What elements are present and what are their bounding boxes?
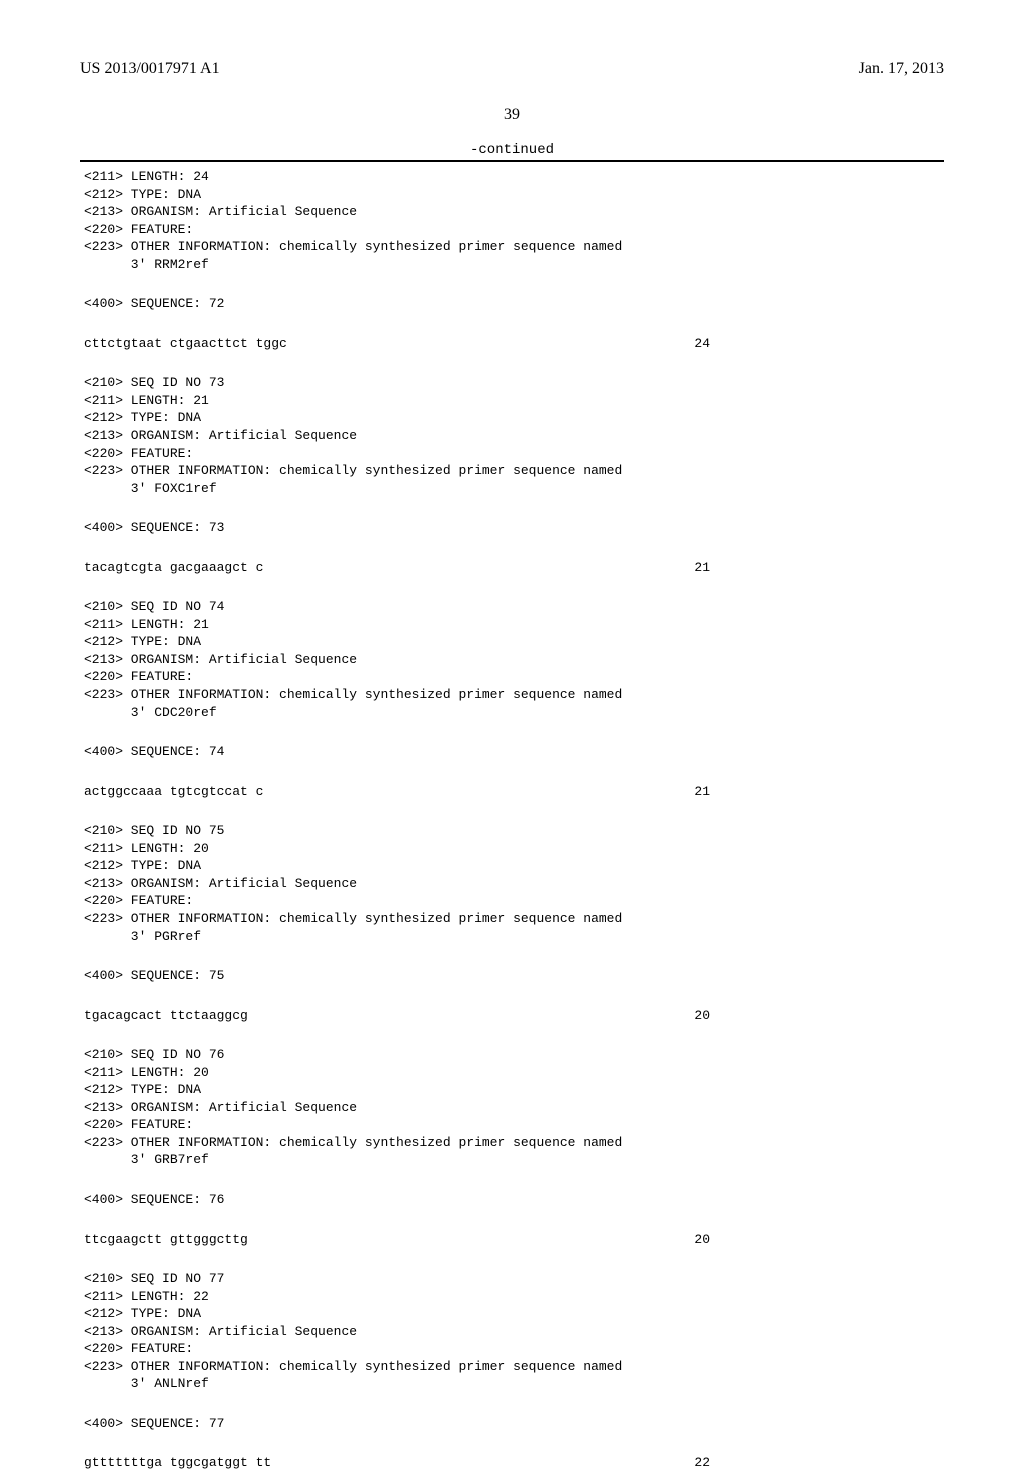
sequence-text: tgacagcact ttctaaggcg bbox=[84, 1007, 248, 1025]
page-number: 39 bbox=[80, 106, 944, 124]
sequence-length: 20 bbox=[694, 1007, 710, 1025]
sequence-label: <400> SEQUENCE: 72 bbox=[84, 295, 940, 313]
separator-line bbox=[80, 160, 944, 162]
sequence-length: 20 bbox=[694, 1231, 710, 1249]
sequence-meta: <211> LENGTH: 24 <212> TYPE: DNA <213> O… bbox=[84, 168, 940, 273]
sequence-text: ttcgaagctt gttgggcttg bbox=[84, 1231, 248, 1249]
sequence-length: 21 bbox=[694, 783, 710, 801]
sequence-meta: <210> SEQ ID NO 74 <211> LENGTH: 21 <212… bbox=[84, 598, 940, 721]
sequence-entry: <210> SEQ ID NO 76 <211> LENGTH: 20 <212… bbox=[84, 1046, 940, 1248]
sequence-listing: <211> LENGTH: 24 <212> TYPE: DNA <213> O… bbox=[80, 168, 944, 1472]
sequence-label: <400> SEQUENCE: 76 bbox=[84, 1191, 940, 1209]
sequence-length: 22 bbox=[694, 1454, 710, 1472]
continued-label: -continued bbox=[80, 142, 944, 158]
sequence-data-row: tacagtcgta gacgaaagct c 21 bbox=[84, 559, 940, 577]
publication-id: US 2013/0017971 A1 bbox=[80, 60, 220, 78]
sequence-data-row: tgacagcact ttctaaggcg 20 bbox=[84, 1007, 940, 1025]
sequence-data-row: cttctgtaat ctgaacttct tggc 24 bbox=[84, 335, 940, 353]
sequence-length: 24 bbox=[694, 335, 710, 353]
sequence-entry: <210> SEQ ID NO 73 <211> LENGTH: 21 <212… bbox=[84, 374, 940, 576]
sequence-text: tacagtcgta gacgaaagct c bbox=[84, 559, 263, 577]
sequence-entry: <210> SEQ ID NO 77 <211> LENGTH: 22 <212… bbox=[84, 1270, 940, 1472]
sequence-label: <400> SEQUENCE: 75 bbox=[84, 967, 940, 985]
sequence-label: <400> SEQUENCE: 73 bbox=[84, 519, 940, 537]
sequence-data-row: ttcgaagctt gttgggcttg 20 bbox=[84, 1231, 940, 1249]
page-header: US 2013/0017971 A1 Jan. 17, 2013 bbox=[80, 60, 944, 78]
sequence-text: cttctgtaat ctgaacttct tggc bbox=[84, 335, 287, 353]
sequence-text: gtttttttga tggcgatggt tt bbox=[84, 1454, 271, 1472]
sequence-data-row: actggccaaa tgtcgtccat c 21 bbox=[84, 783, 940, 801]
sequence-meta: <210> SEQ ID NO 77 <211> LENGTH: 22 <212… bbox=[84, 1270, 940, 1393]
sequence-meta: <210> SEQ ID NO 75 <211> LENGTH: 20 <212… bbox=[84, 822, 940, 945]
sequence-entry: <210> SEQ ID NO 74 <211> LENGTH: 21 <212… bbox=[84, 598, 940, 800]
publication-date: Jan. 17, 2013 bbox=[859, 60, 944, 78]
sequence-label: <400> SEQUENCE: 77 bbox=[84, 1415, 940, 1433]
sequence-meta: <210> SEQ ID NO 73 <211> LENGTH: 21 <212… bbox=[84, 374, 940, 497]
sequence-entry: <210> SEQ ID NO 75 <211> LENGTH: 20 <212… bbox=[84, 822, 940, 1024]
sequence-meta: <210> SEQ ID NO 76 <211> LENGTH: 20 <212… bbox=[84, 1046, 940, 1169]
sequence-text: actggccaaa tgtcgtccat c bbox=[84, 783, 263, 801]
sequence-length: 21 bbox=[694, 559, 710, 577]
sequence-label: <400> SEQUENCE: 74 bbox=[84, 743, 940, 761]
sequence-entry: <211> LENGTH: 24 <212> TYPE: DNA <213> O… bbox=[84, 168, 940, 352]
sequence-data-row: gtttttttga tggcgatggt tt 22 bbox=[84, 1454, 940, 1472]
